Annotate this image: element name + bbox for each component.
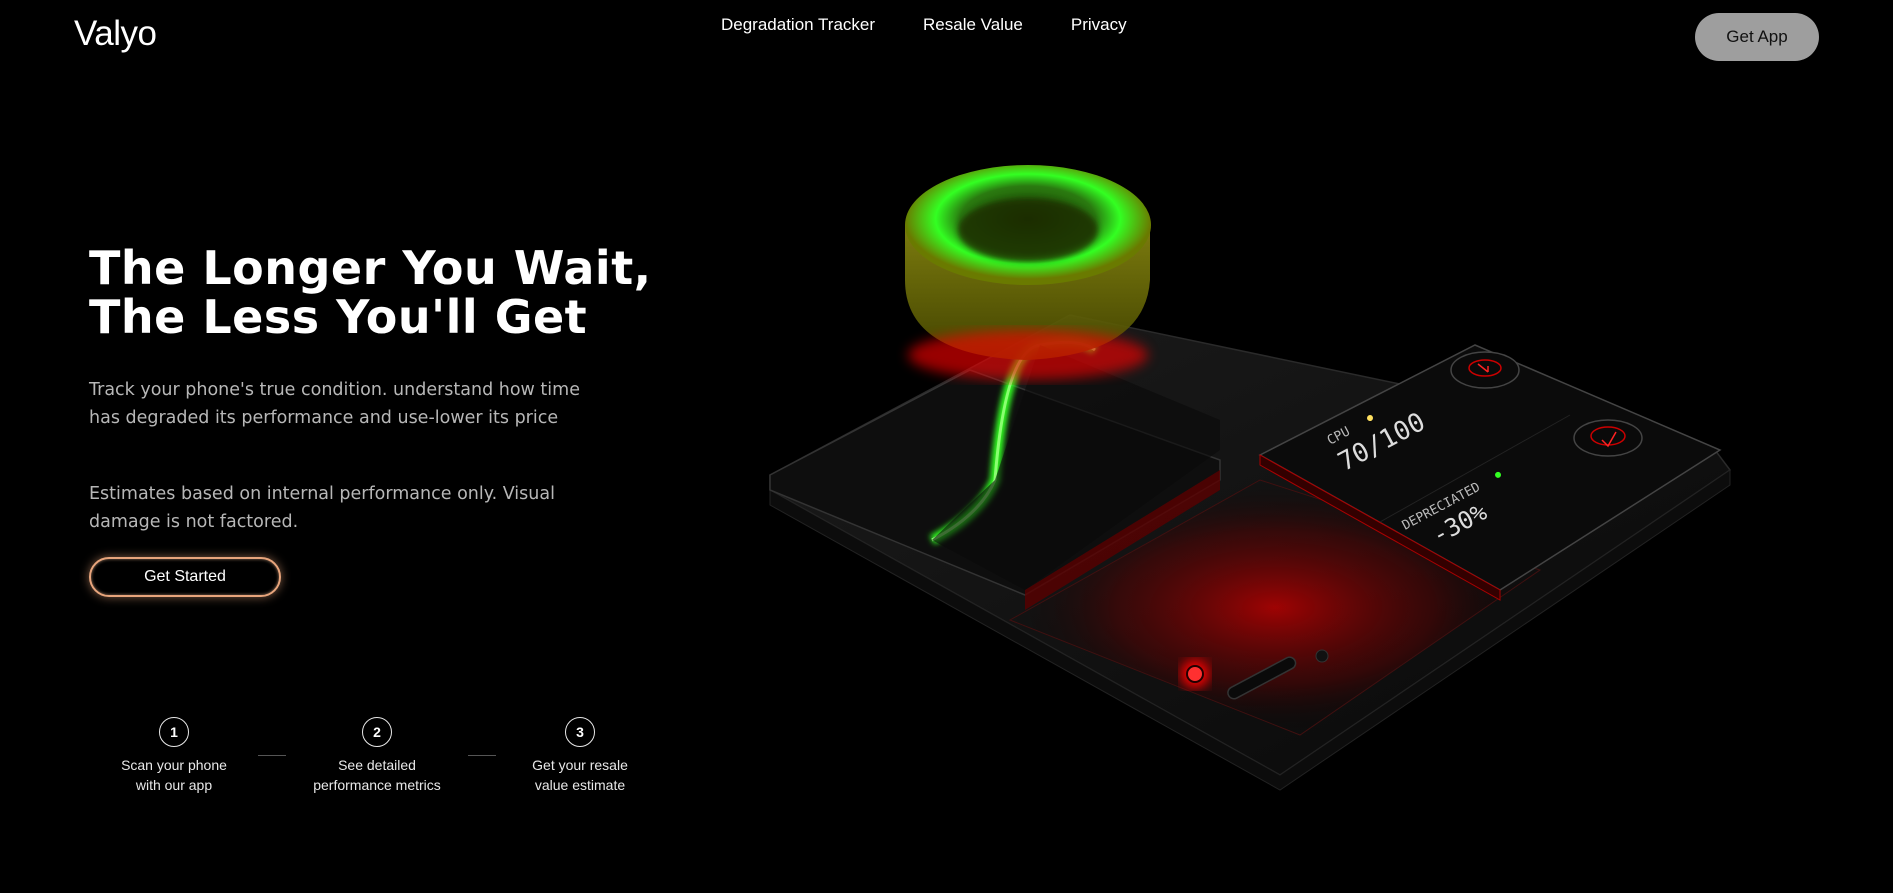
- step-number: 2: [362, 717, 392, 747]
- hero-title: The Longer You Wait, The Less You'll Get: [89, 244, 652, 342]
- hero-disclaimer: Estimates based on internal performance …: [89, 484, 555, 532]
- get-started-button[interactable]: Get Started: [89, 557, 281, 597]
- step-estimate: 3 Get your resale value estimate: [505, 717, 655, 795]
- nav-link-resale-value[interactable]: Resale Value: [923, 15, 1023, 35]
- device-illustration: CPU 70/100 DEPRECIATED -30%: [769, 165, 1732, 791]
- step-number: 3: [565, 717, 595, 747]
- step-number: 1: [159, 717, 189, 747]
- nav-link-privacy[interactable]: Privacy: [1071, 15, 1127, 35]
- step-metrics: 2 See detailed performance metrics: [302, 717, 452, 795]
- step-text: See detailed performance metrics: [313, 757, 441, 793]
- nav-link-degradation-tracker[interactable]: Degradation Tracker: [721, 15, 875, 35]
- step-text: Get your resale value estimate: [532, 757, 628, 793]
- step-text: Scan your phone with our app: [121, 757, 227, 793]
- round-button-2: [1573, 419, 1643, 457]
- step-connector: [468, 755, 496, 756]
- top-nav: Degradation Tracker Resale Value Privacy: [721, 15, 1127, 35]
- hero-description: Track your phone's true condition. under…: [89, 380, 580, 428]
- cylinder-base-glow: [908, 330, 1148, 380]
- hero-title-line-2: The Less You'll Get: [89, 290, 588, 344]
- get-app-button[interactable]: Get App: [1695, 13, 1819, 61]
- hero-title-line-1: The Longer You Wait,: [89, 241, 652, 295]
- step-scan: 1 Scan your phone with our app: [99, 717, 249, 795]
- step-connector: [258, 755, 286, 756]
- brand-logo[interactable]: Valyo: [74, 14, 157, 54]
